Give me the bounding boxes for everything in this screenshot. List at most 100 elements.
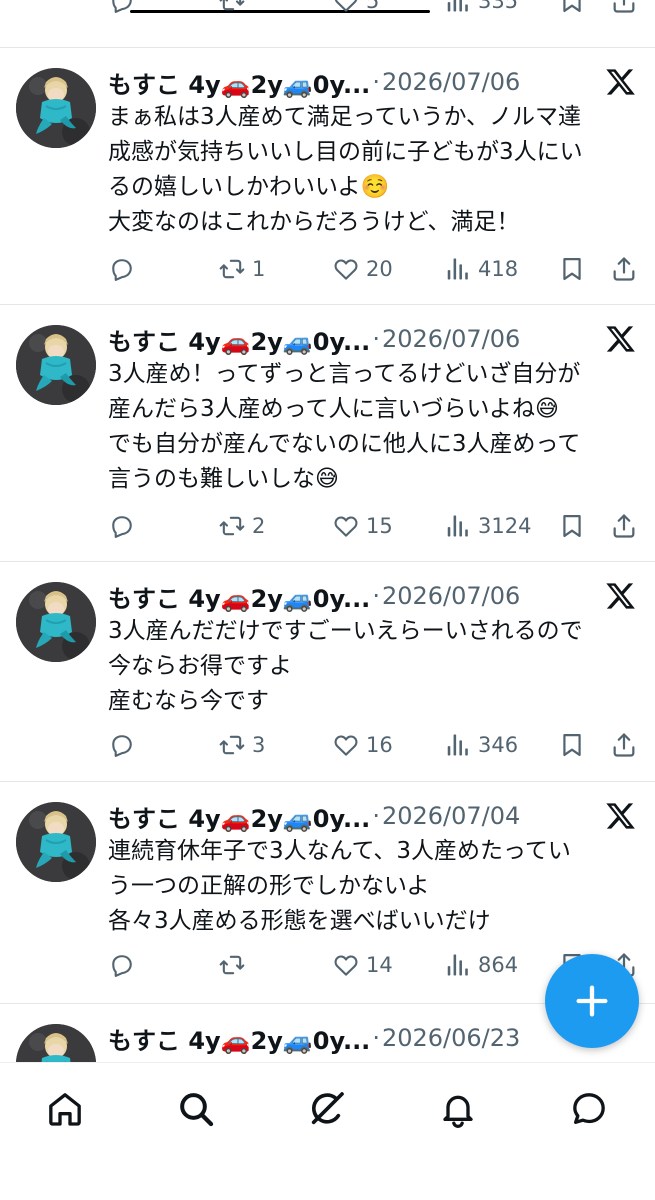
retweet-button[interactable]: 3 bbox=[218, 730, 265, 760]
x-logo-icon bbox=[605, 580, 637, 612]
tweet[interactable]: もすこ 4y🚗2y🚙0y... · 2026/07/06 3人産め！ってずっと言… bbox=[0, 305, 655, 562]
like-count: 20 bbox=[366, 257, 393, 281]
view-count: 3124 bbox=[478, 514, 532, 538]
retweet-button[interactable] bbox=[218, 0, 246, 16]
bar-chart-icon bbox=[444, 255, 472, 283]
share-button[interactable] bbox=[610, 254, 638, 284]
tweet-partial-top[interactable]: 5 335 bbox=[0, 0, 655, 48]
compose-button[interactable] bbox=[545, 954, 639, 1048]
share-icon bbox=[610, 512, 638, 540]
nav-grok[interactable] bbox=[305, 1087, 349, 1131]
tweet-header: もすこ 4y🚗2y🚙0y... · 2026/07/06 bbox=[108, 321, 637, 357]
views-button[interactable]: 864 bbox=[444, 950, 518, 980]
reply-button[interactable] bbox=[108, 0, 136, 16]
share-button[interactable] bbox=[610, 730, 638, 760]
x-logo-icon bbox=[605, 800, 637, 832]
separator: · bbox=[372, 582, 380, 610]
bar-chart-icon bbox=[444, 0, 472, 15]
share-button[interactable] bbox=[610, 511, 638, 541]
heart-icon bbox=[332, 0, 360, 15]
view-count: 335 bbox=[478, 0, 519, 13]
retweet-icon bbox=[218, 731, 246, 759]
views-button[interactable]: 335 bbox=[444, 0, 518, 16]
timeline-feed[interactable]: 5 335 もすこ 4y🚗2y🚙0y... · 2026/07/06 まぁ私は3… bbox=[0, 0, 655, 1062]
like-button[interactable]: 15 bbox=[332, 511, 393, 541]
like-button[interactable]: 5 bbox=[332, 0, 379, 16]
retweet-icon bbox=[218, 951, 246, 979]
tweet-date[interactable]: 2026/06/23 bbox=[382, 1024, 520, 1052]
reply-button[interactable] bbox=[108, 511, 136, 541]
tweet-actions: 1 20 418 bbox=[108, 254, 637, 284]
bookmark-icon bbox=[558, 0, 586, 15]
nav-messages[interactable] bbox=[567, 1087, 611, 1131]
separator: · bbox=[372, 1024, 380, 1052]
views-button[interactable]: 418 bbox=[444, 254, 518, 284]
like-button[interactable]: 20 bbox=[332, 254, 393, 284]
retweet-count: 3 bbox=[252, 733, 266, 757]
display-name[interactable]: もすこ 4y🚗2y🚙0y... bbox=[108, 579, 370, 614]
retweet-button[interactable]: 1 bbox=[218, 254, 265, 284]
like-button[interactable]: 16 bbox=[332, 730, 393, 760]
avatar[interactable] bbox=[16, 1024, 96, 1062]
avatar[interactable] bbox=[16, 325, 96, 405]
nav-home[interactable] bbox=[43, 1087, 87, 1131]
views-button[interactable]: 346 bbox=[444, 730, 518, 760]
display-name[interactable]: もすこ 4y🚗2y🚙0y... bbox=[108, 322, 370, 357]
heart-icon bbox=[332, 255, 360, 283]
bookmark-button[interactable] bbox=[558, 730, 586, 760]
bookmark-icon bbox=[558, 731, 586, 759]
tweet-date[interactable]: 2026/07/06 bbox=[382, 325, 520, 353]
retweet-button[interactable]: 2 bbox=[218, 511, 265, 541]
avatar[interactable] bbox=[16, 582, 96, 662]
x-logo-icon bbox=[605, 66, 637, 98]
display-name[interactable]: もすこ 4y🚗2y🚙0y... bbox=[108, 65, 370, 100]
tweet-date[interactable]: 2026/07/06 bbox=[382, 68, 520, 96]
like-count: 15 bbox=[366, 514, 393, 538]
tweet-text: 3人産んだだけですごーいえらーいされるので 今ならお得ですよ 産むなら今です bbox=[108, 618, 583, 714]
reply-icon bbox=[108, 951, 136, 979]
heart-icon bbox=[332, 512, 360, 540]
display-name[interactable]: もすこ 4y🚗2y🚙0y... bbox=[108, 799, 370, 834]
grok-icon bbox=[311, 1092, 344, 1125]
tweet-actions: 5 335 bbox=[108, 0, 637, 16]
bookmark-button[interactable] bbox=[558, 254, 586, 284]
like-count: 14 bbox=[366, 953, 393, 977]
separator: · bbox=[372, 325, 380, 353]
views-button[interactable]: 3124 bbox=[444, 511, 531, 541]
nav-search[interactable] bbox=[174, 1087, 218, 1131]
tweet-actions: 3 16 346 bbox=[108, 730, 637, 760]
separator: · bbox=[372, 802, 380, 830]
tweet-header: もすこ 4y🚗2y🚙0y... · 2026/07/06 bbox=[108, 578, 637, 614]
tweet[interactable]: もすこ 4y🚗2y🚙0y... · 2026/07/06 3人産んだだけですごー… bbox=[0, 562, 655, 782]
bookmark-button[interactable] bbox=[558, 511, 586, 541]
share-icon bbox=[610, 255, 638, 283]
bookmark-button[interactable] bbox=[558, 0, 586, 16]
retweet-icon bbox=[218, 512, 246, 540]
tweet-date[interactable]: 2026/07/06 bbox=[382, 582, 520, 610]
avatar[interactable] bbox=[16, 68, 96, 148]
messages-icon bbox=[573, 1093, 605, 1124]
reply-icon bbox=[108, 0, 136, 15]
tweet[interactable]: もすこ 4y🚗2y🚙0y... · 2026/07/06 まぁ私は3人産めて満足… bbox=[0, 48, 655, 305]
reply-button[interactable] bbox=[108, 254, 136, 284]
x-logo-icon bbox=[605, 323, 637, 355]
avatar[interactable] bbox=[16, 802, 96, 882]
bar-chart-icon bbox=[444, 731, 472, 759]
like-button[interactable]: 14 bbox=[332, 950, 393, 980]
reply-button[interactable] bbox=[108, 950, 136, 980]
nav-notifications[interactable] bbox=[436, 1087, 480, 1131]
tweet-text: まぁ私は3人産めて満足っていうか、ノルマ達 成感が気持ちいいし目の前に子どもが3… bbox=[108, 104, 583, 235]
tweet-date[interactable]: 2026/07/04 bbox=[382, 802, 520, 830]
share-button[interactable] bbox=[610, 0, 638, 16]
like-count: 16 bbox=[366, 733, 393, 757]
bookmark-icon bbox=[558, 255, 586, 283]
retweet-button[interactable] bbox=[218, 950, 252, 980]
reply-button[interactable] bbox=[108, 730, 136, 760]
retweet-count: 2 bbox=[252, 514, 266, 538]
notifications-icon bbox=[443, 1095, 473, 1128]
display-name[interactable]: もすこ 4y🚗2y🚙0y... bbox=[108, 1021, 370, 1056]
tweet-text: 連続育休年子で3人なんて、3人産めたってい う一つの正解の形でしかないよ 各々3… bbox=[108, 838, 571, 934]
bar-chart-icon bbox=[444, 951, 472, 979]
separator: · bbox=[372, 68, 380, 96]
heart-icon bbox=[332, 731, 360, 759]
